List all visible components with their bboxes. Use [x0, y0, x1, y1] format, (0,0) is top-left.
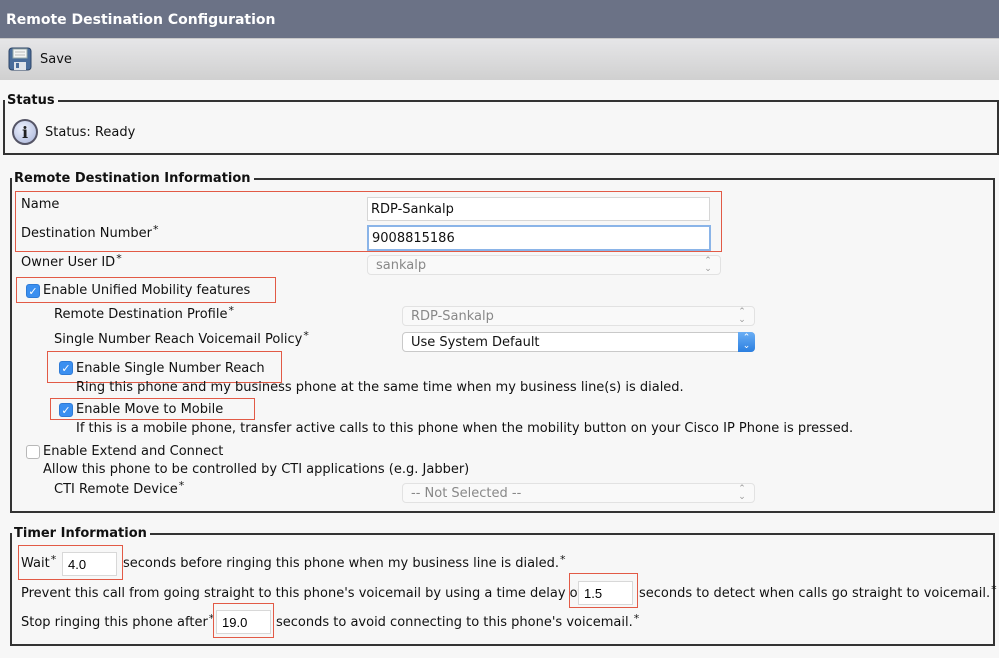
- single-number-reach-description: Ring this phone and my business phone at…: [76, 380, 684, 395]
- page-title-bar: Remote Destination Configuration: [0, 0, 999, 38]
- required-mark: *: [116, 252, 122, 265]
- extend-and-connect-label: Enable Extend and Connect: [43, 444, 224, 459]
- single-number-reach-checkbox[interactable]: ✓: [59, 361, 73, 375]
- required-mark: *: [152, 223, 159, 236]
- unified-mobility-checkbox[interactable]: ✓: [26, 284, 40, 298]
- updown-chevron-icon: ⌃ ⌄: [738, 484, 746, 502]
- required-mark: *: [991, 583, 997, 596]
- status-text: Status: Ready: [45, 125, 136, 140]
- cti-remote-device-value: -- Not Selected --: [411, 485, 522, 501]
- destination-number-label-text: Destination Number: [21, 226, 152, 241]
- extend-and-connect-checkbox[interactable]: [26, 445, 40, 459]
- toolbar: Save: [0, 38, 999, 80]
- remote-destination-profile-value: RDP-Sankalp: [411, 308, 494, 324]
- move-to-mobile-description: If this is a mobile phone, transfer acti…: [76, 421, 854, 436]
- stop-ringing-label: Stop ringing this phone after*: [21, 612, 214, 630]
- prevent-label: Prevent this call from going straight to…: [21, 583, 589, 601]
- stop-ringing-input[interactable]: [216, 610, 271, 634]
- voicemail-policy-label: Single Number Reach Voicemail Policy*: [54, 329, 309, 347]
- required-mark: *: [303, 329, 309, 342]
- save-button[interactable]: Save: [8, 47, 72, 71]
- timer-legend: Timer Information: [14, 526, 147, 541]
- wait-label: Wait*: [21, 553, 57, 571]
- stop-ringing-suffix: seconds to avoid connecting to this phon…: [276, 612, 640, 630]
- destination-number-input[interactable]: [367, 225, 711, 251]
- required-mark: *: [633, 612, 640, 625]
- vm-policy-label-text: Single Number Reach Voicemail Policy: [54, 332, 303, 347]
- rdp-label-text: Remote Destination Profile: [54, 307, 228, 322]
- updown-chevron-icon: ⌃ ⌄: [738, 307, 746, 325]
- required-mark: *: [560, 553, 566, 566]
- prevent-label-text: Prevent this call from going straight to…: [21, 586, 583, 601]
- owner-user-id-label: Owner User ID*: [21, 252, 122, 270]
- required-mark: *: [178, 479, 185, 492]
- stop-ringing-suffix-text: seconds to avoid connecting to this phon…: [276, 615, 633, 630]
- status-section: Status: [3, 93, 999, 155]
- destination-number-label: Destination Number*: [21, 223, 159, 241]
- required-mark: *: [228, 304, 234, 317]
- voicemail-policy-select[interactable]: Use System Default ⌃ ⌄: [402, 332, 755, 352]
- unified-mobility-label: Enable Unified Mobility features: [43, 283, 251, 298]
- cti-label-text: CTI Remote Device: [54, 482, 178, 497]
- wait-suffix-text: seconds before ringing this phone when m…: [123, 556, 560, 571]
- move-to-mobile-label: Enable Move to Mobile: [76, 402, 224, 417]
- page-title: Remote Destination Configuration: [6, 12, 276, 28]
- wait-seconds-input[interactable]: [62, 552, 117, 576]
- voicemail-policy-value: Use System Default: [411, 334, 540, 350]
- cti-remote-device-select[interactable]: -- Not Selected -- ⌃ ⌄: [402, 483, 755, 503]
- name-label: Name: [21, 197, 60, 212]
- prevent-suffix-text: seconds to detect when calls go straight…: [639, 586, 991, 601]
- stop-ringing-label-text: Stop ringing this phone after: [21, 615, 208, 630]
- wait-suffix: seconds before ringing this phone when m…: [123, 553, 566, 571]
- remote-destination-profile-select[interactable]: RDP-Sankalp ⌃ ⌄: [402, 306, 755, 326]
- status-legend: Status: [7, 93, 55, 108]
- single-number-reach-label: Enable Single Number Reach: [76, 361, 265, 376]
- updown-chevron-icon: ⌃ ⌄: [738, 332, 755, 352]
- move-to-mobile-checkbox[interactable]: ✓: [59, 403, 73, 417]
- name-input[interactable]: [367, 197, 710, 221]
- owner-user-id-label-text: Owner User ID: [21, 255, 116, 270]
- owner-user-id-select[interactable]: sankalp ⌃ ⌄: [367, 255, 721, 275]
- remote-destination-profile-label: Remote Destination Profile*: [54, 304, 234, 322]
- extend-and-connect-description: Allow this phone to be controlled by CTI…: [43, 462, 470, 477]
- cti-remote-device-label: CTI Remote Device*: [54, 479, 185, 497]
- updown-chevron-icon: ⌃ ⌄: [704, 256, 712, 274]
- info-icon: i: [12, 119, 38, 145]
- save-label: Save: [40, 51, 72, 67]
- prevent-suffix: seconds to detect when calls go straight…: [639, 583, 997, 601]
- required-mark: *: [50, 553, 57, 566]
- wait-label-text: Wait: [21, 556, 50, 571]
- owner-user-id-value: sankalp: [376, 257, 427, 273]
- floppy-disk-icon: [8, 47, 32, 71]
- voicemail-detect-delay-input[interactable]: [578, 581, 633, 605]
- rdi-legend: Remote Destination Information: [14, 171, 251, 186]
